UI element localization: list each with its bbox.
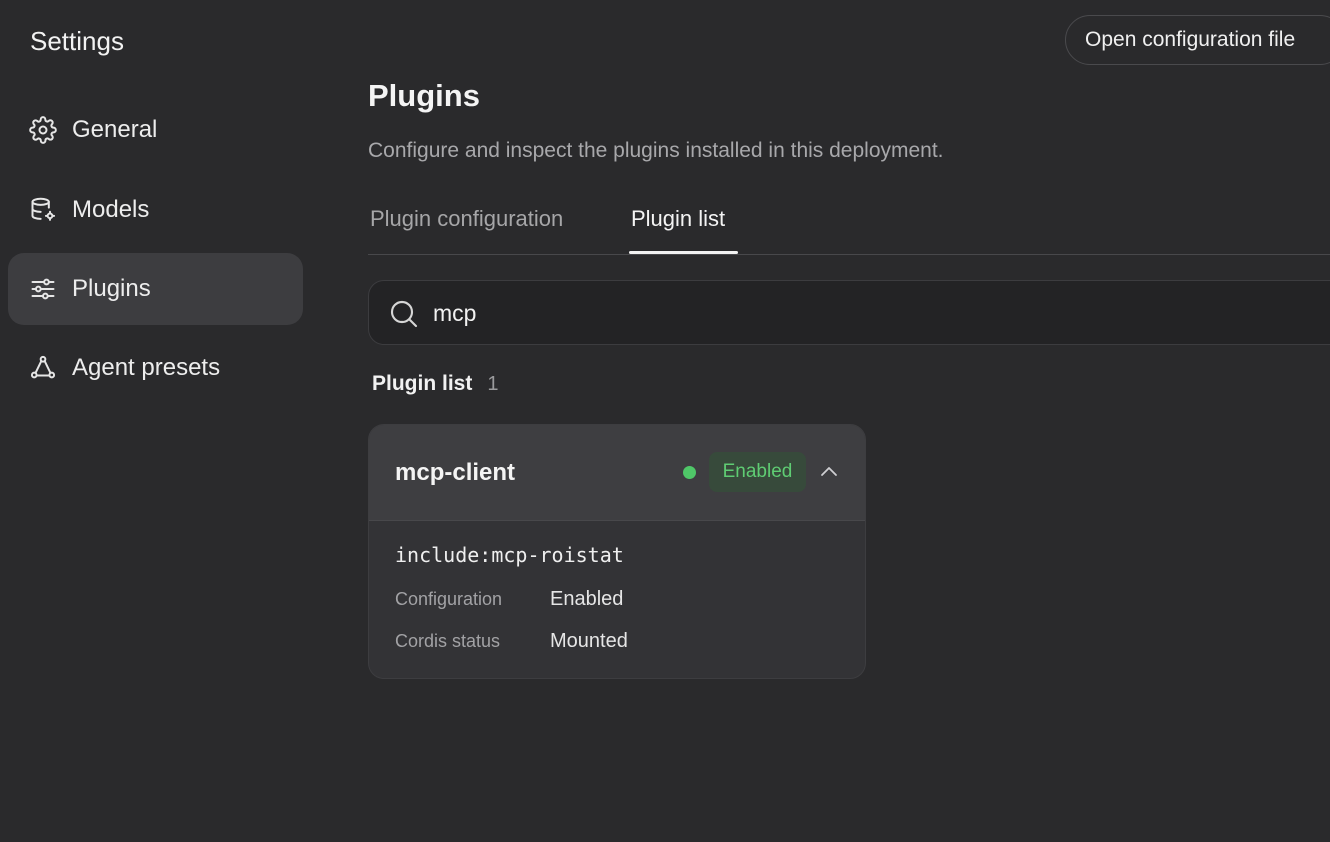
- sidebar-item-label: Plugins: [72, 275, 151, 302]
- plugin-name: mcp-client: [395, 459, 516, 486]
- active-tab-indicator: [629, 251, 738, 254]
- sidebar-item-models[interactable]: Models: [8, 174, 303, 246]
- sidebar-item-label: General: [72, 116, 158, 143]
- plugin-card-header[interactable]: mcp-client Enabled: [369, 425, 865, 521]
- sidebar-item-label: Agent presets: [72, 354, 221, 381]
- status-badge: Enabled: [709, 452, 806, 492]
- config-value: Enabled: [550, 588, 624, 610]
- status-dot: [683, 466, 696, 479]
- search-input[interactable]: [433, 295, 1233, 331]
- gear-icon: [29, 116, 57, 144]
- sidebar-item-general[interactable]: General: [8, 94, 303, 166]
- tab-bar: Plugin configuration Plugin list: [368, 196, 1330, 255]
- page-subtitle: Configure and inspect the plugins instal…: [368, 139, 944, 162]
- agent-network-icon: [29, 354, 57, 382]
- sidebar-title: Settings: [30, 26, 124, 56]
- section-title: Plugin list: [372, 372, 473, 395]
- plugin-count: 1: [487, 373, 499, 395]
- sliders-icon: [29, 275, 57, 303]
- tab-plugin-configuration[interactable]: Plugin configuration: [370, 206, 563, 232]
- sidebar-item-agent-presets[interactable]: Agent presets: [8, 332, 303, 404]
- tab-plugin-list[interactable]: Plugin list: [631, 206, 725, 232]
- main-content: Plugins Configure and inspect the plugin…: [368, 0, 1330, 842]
- cordis-status-label: Cordis status: [395, 631, 501, 651]
- search-icon: [388, 298, 420, 330]
- plugin-card-body: include:mcp-roistat Configuration Enable…: [395, 543, 628, 652]
- sidebar: Settings General Models Plugins Agent pr…: [0, 0, 320, 842]
- search-box[interactable]: [368, 280, 1330, 345]
- plugin-card: mcp-client Enabled include:mcp-roistat C…: [368, 424, 866, 679]
- plugin-list-heading: Plugin list 1: [372, 372, 498, 396]
- sidebar-item-plugins[interactable]: Plugins: [8, 253, 303, 325]
- cordis-status-value: Mounted: [550, 630, 628, 652]
- plugin-include: include:mcp-roistat: [395, 543, 624, 567]
- database-gear-icon: [29, 196, 57, 224]
- sidebar-item-label: Models: [72, 196, 150, 223]
- chevron-up-icon[interactable]: [819, 462, 839, 482]
- page-title: Plugins: [368, 78, 480, 113]
- config-label: Configuration: [395, 589, 503, 609]
